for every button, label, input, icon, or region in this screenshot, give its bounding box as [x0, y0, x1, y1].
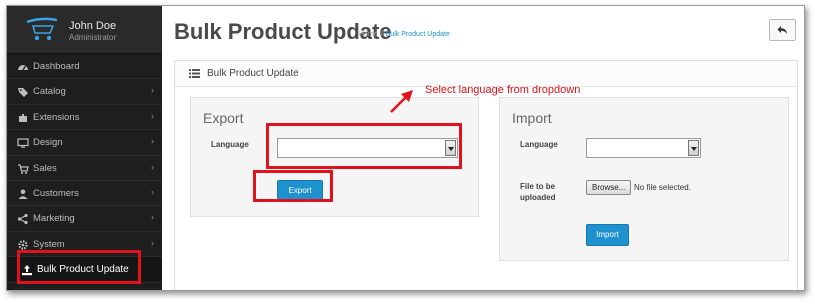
chevron-right-icon: ›	[151, 161, 154, 172]
import-language-label: Language	[520, 140, 558, 149]
cart-logo-icon	[26, 17, 58, 41]
gear-icon	[18, 240, 28, 250]
annotation-arrow-icon	[390, 90, 413, 113]
sidebar-menu: Dashboard Catalog › Extensions › Design …	[7, 54, 162, 283]
reply-icon	[777, 26, 787, 34]
sidebar-item-label: Customers	[33, 187, 79, 199]
import-section: Import Language File to be uploaded Brow…	[499, 97, 789, 261]
user-name: John Doe	[69, 20, 117, 32]
breadcrumb: Home / Bulk Product Update	[359, 31, 450, 38]
breadcrumb-home[interactable]: Home	[359, 31, 378, 38]
browse-button[interactable]: Browse...	[586, 180, 632, 195]
main-content: Bulk Product Update Home / Bulk Product Up…	[162, 6, 804, 290]
export-title: Export	[203, 110, 244, 126]
sidebar-item-marketing[interactable]: Marketing ›	[7, 206, 162, 232]
annotation-note: Select language from dropdown	[425, 84, 581, 96]
cart-icon	[18, 163, 29, 174]
user-role: Administrator	[69, 33, 117, 42]
chevron-right-icon: ›	[151, 237, 154, 248]
import-title: Import	[512, 110, 552, 126]
breadcrumb-current[interactable]: Bulk Product Update	[386, 31, 450, 38]
sidebar-item-label: Design	[33, 137, 63, 149]
puzzle-icon	[19, 113, 27, 122]
chevron-right-icon: ›	[151, 85, 154, 96]
dashboard-icon	[18, 65, 28, 71]
sidebar-item-label: Catalog	[33, 86, 66, 98]
no-file-text: No file selected.	[634, 183, 691, 192]
sidebar-item-label: Sales	[33, 162, 57, 174]
sidebar-item-design[interactable]: Design ›	[7, 130, 162, 156]
chevron-right-icon: ›	[151, 186, 154, 197]
export-button-highlight	[253, 170, 333, 202]
back-button[interactable]	[769, 19, 796, 41]
export-language-label: Language	[211, 140, 249, 149]
file-label: File to be	[520, 182, 556, 191]
sidebar-item-dashboard[interactable]: Dashboard	[7, 54, 162, 80]
user-profile[interactable]: John Doe Administrator	[7, 6, 162, 54]
dropdown-arrow-icon[interactable]	[688, 140, 699, 156]
sidebar-item-catalog[interactable]: Catalog ›	[7, 79, 162, 105]
chevron-right-icon: ›	[151, 110, 154, 121]
sidebar-item-highlight	[17, 250, 141, 284]
app-window: John Doe Administrator Dashboard Catalog…	[6, 5, 805, 291]
import-language-select[interactable]	[586, 138, 701, 158]
import-button[interactable]: Import	[586, 224, 629, 246]
user-icon	[18, 189, 28, 199]
monitor-icon	[17, 138, 29, 148]
breadcrumb-separator: /	[380, 31, 383, 38]
tag-icon	[18, 88, 28, 98]
sidebar-item-label: Marketing	[33, 213, 75, 225]
list-icon	[189, 69, 200, 78]
sidebar-item-customers[interactable]: Customers ›	[7, 181, 162, 207]
sidebar-item-label: Dashboard	[33, 61, 80, 72]
chevron-right-icon: ›	[151, 136, 154, 147]
chevron-right-icon: ›	[151, 212, 154, 223]
panel-title: Bulk Product Update	[207, 68, 299, 79]
sidebar-item-extensions[interactable]: Extensions ›	[7, 105, 162, 131]
share-icon	[17, 214, 28, 225]
language-select-highlight	[266, 123, 462, 169]
sidebar-item-label: Extensions	[33, 111, 80, 123]
file-label-line2: uploaded	[520, 193, 556, 202]
sidebar-item-sales[interactable]: Sales ›	[7, 156, 162, 181]
sidebar-item-label: System	[33, 238, 65, 250]
sidebar: John Doe Administrator Dashboard Catalog…	[7, 6, 162, 290]
